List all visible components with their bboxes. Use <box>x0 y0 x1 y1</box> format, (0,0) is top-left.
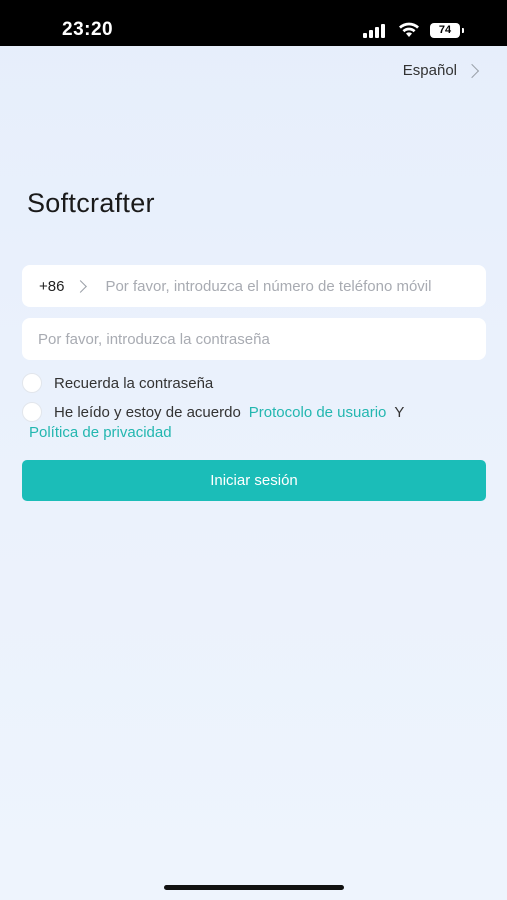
agreement-text: He leído y estoy de acuerdo <box>54 403 241 421</box>
home-indicator <box>164 885 344 890</box>
user-protocol-link[interactable]: Protocolo de usuario <box>249 404 387 421</box>
remember-password-checkbox[interactable] <box>22 373 42 393</box>
remember-password-row[interactable]: Recuerda la contraseña <box>22 373 213 393</box>
phone-input[interactable] <box>85 277 486 295</box>
agreement-checkbox[interactable] <box>22 402 42 422</box>
chevron-right-icon <box>464 63 480 78</box>
battery-cap <box>462 28 464 33</box>
status-time: 23:20 <box>62 19 114 40</box>
password-input[interactable] <box>22 330 486 348</box>
agreement-row: He leído y estoy de acuerdo Protocolo de… <box>22 402 404 422</box>
language-selector[interactable]: Español <box>402 62 480 79</box>
login-screen: 23:20 74 Español Softcrafter +86 Recuerd… <box>0 0 507 900</box>
status-bar: 23:20 74 <box>0 0 507 46</box>
app-title: Softcrafter <box>27 188 155 218</box>
signal-icon <box>363 24 389 38</box>
agreement-conjunction: Y <box>394 403 405 421</box>
wifi-icon <box>399 22 419 37</box>
remember-password-label: Recuerda la contraseña <box>54 374 214 392</box>
privacy-policy-link[interactable]: Política de privacidad <box>29 424 172 441</box>
login-button[interactable]: Iniciar sesión <box>22 460 486 501</box>
country-code-selector[interactable]: +86 <box>39 278 64 295</box>
phone-field: +86 <box>22 265 486 307</box>
language-label: Español <box>402 62 457 79</box>
battery-icon: 74 <box>430 23 460 38</box>
password-field <box>22 318 486 360</box>
